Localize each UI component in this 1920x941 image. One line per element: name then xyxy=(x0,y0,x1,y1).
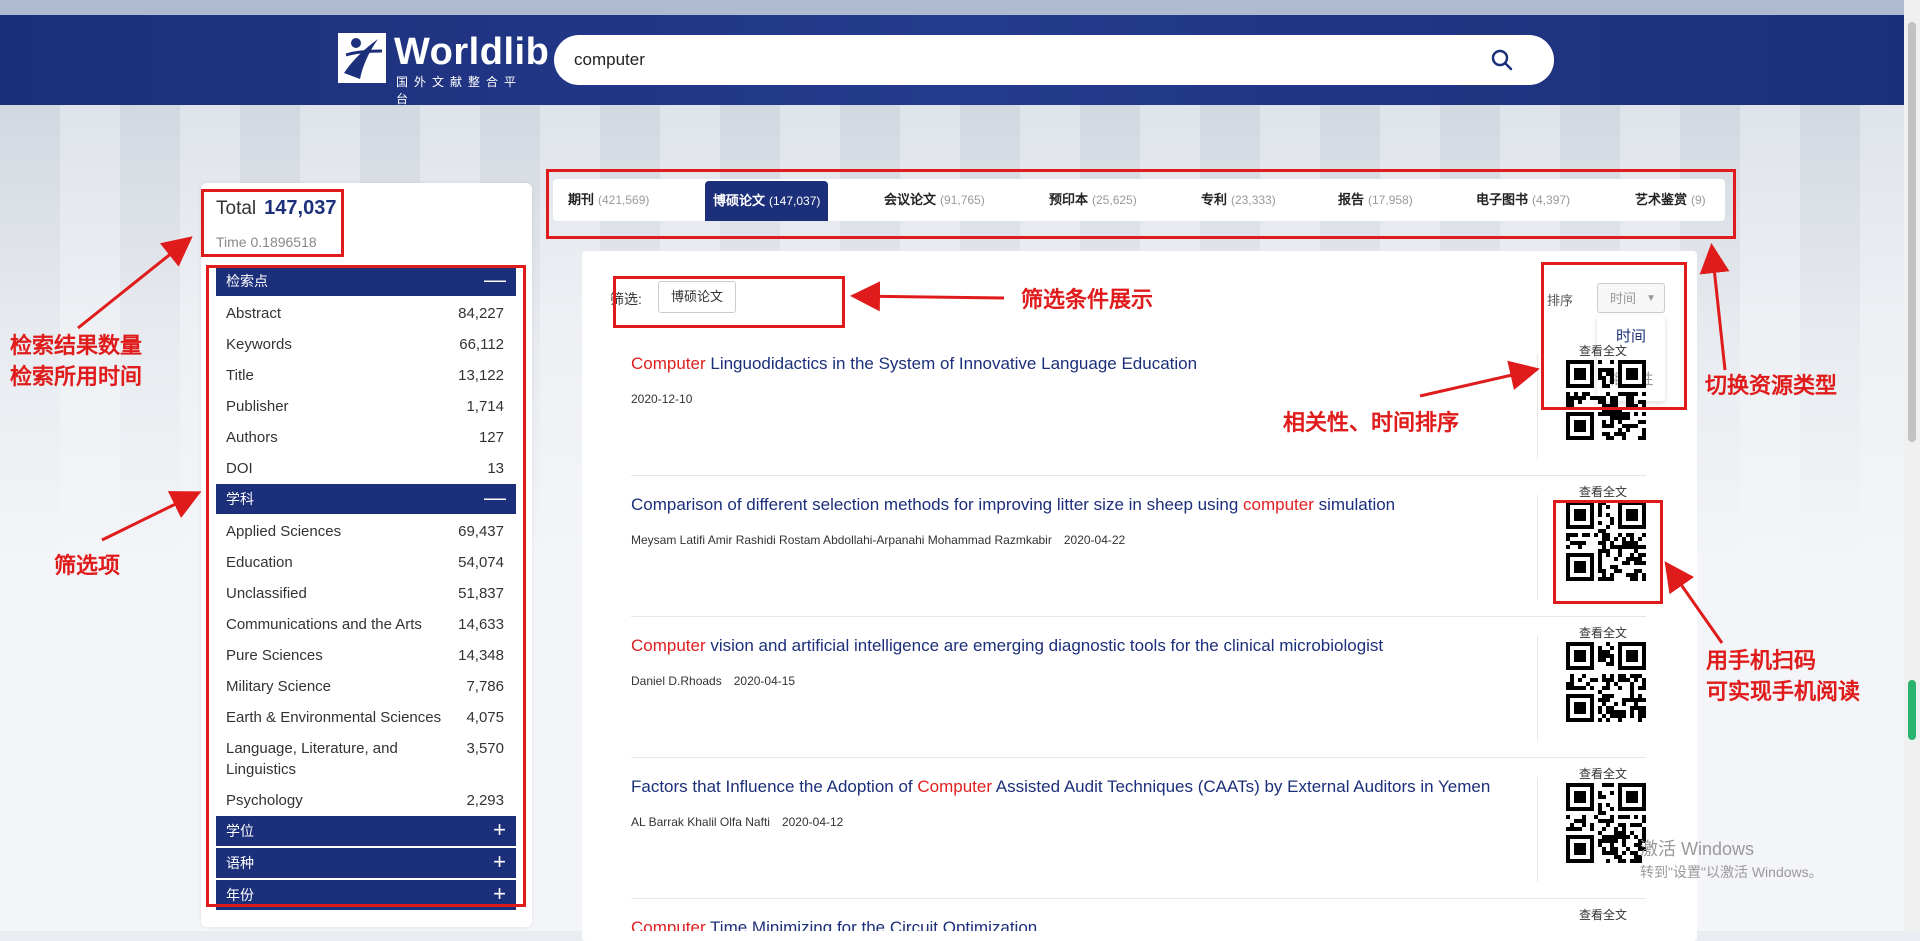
divider xyxy=(631,898,1646,899)
scroll-indicator xyxy=(1908,680,1916,740)
result-item: Factors that Influence the Adoption of C… xyxy=(631,767,1646,917)
annotation-text: 检索所用时间 xyxy=(10,364,143,389)
result-title[interactable]: Computer vision and artificial intellige… xyxy=(631,636,1383,656)
result-item: Computer Linguodidactics in the System o… xyxy=(631,344,1646,494)
result-title[interactable]: Computer Linguodidactics in the System o… xyxy=(631,354,1197,374)
result-item: Computer vision and artificial intellige… xyxy=(631,626,1646,776)
result-date: 2020-04-22 xyxy=(1063,533,1126,547)
title-highlight: Computer xyxy=(631,354,706,373)
search-bar[interactable]: computer xyxy=(554,35,1554,85)
top-strip xyxy=(0,0,1920,15)
result-title[interactable]: Comparison of different selection method… xyxy=(631,495,1395,515)
result-title[interactable]: Factors that Influence the Adoption of C… xyxy=(631,777,1490,797)
view-fulltext-link[interactable]: 查看全文 xyxy=(1579,765,1627,782)
annotation-note-sort: 相关性、时间排序 xyxy=(1283,410,1460,435)
windows-activation-hint: 转到"设置"以激活 Windows。 xyxy=(1640,864,1823,880)
annotation-note-tabs: 切换资源类型 xyxy=(1705,373,1838,398)
logo-name: Worldlib xyxy=(394,31,550,73)
result-date: 2020-04-15 xyxy=(733,674,796,688)
result-authors[interactable]: AL Barrak Khalil Olfa Nafti xyxy=(631,815,770,829)
title-highlight: Computer xyxy=(631,918,706,931)
annotation-box-sort xyxy=(1541,262,1687,410)
result-item: Computer Time Minimizing for the Circuit… xyxy=(631,918,1646,931)
annotation-note-filter: 筛选条件展示 xyxy=(1021,287,1154,312)
result-meta: Daniel D.Rhoads 2020-04-15 xyxy=(631,674,795,688)
annotation-box-tabs xyxy=(546,169,1736,239)
divider xyxy=(631,616,1646,617)
result-meta: 2020-12-10 xyxy=(631,392,692,406)
annotation-box-total xyxy=(201,189,344,257)
logo-subtitle: 国外文献整合平台 xyxy=(396,75,523,106)
result-authors[interactable]: Daniel D.Rhoads xyxy=(631,674,722,688)
search-icon[interactable] xyxy=(1490,48,1514,72)
view-fulltext-link[interactable]: 查看全文 xyxy=(1579,483,1627,500)
divider xyxy=(1537,495,1538,600)
divider xyxy=(1537,636,1538,741)
result-authors[interactable]: Meysam Latifi Amir Rashidi Rostam Abdoll… xyxy=(631,533,1052,547)
page-scrollbar[interactable] xyxy=(1904,0,1920,931)
divider xyxy=(1537,354,1538,459)
site-logo[interactable]: Worldlib 国外文献整合平台 xyxy=(338,31,549,106)
annotation-note-facets: 筛选项 xyxy=(54,553,121,578)
scrollbar-thumb[interactable] xyxy=(1908,22,1916,442)
title-text: simulation xyxy=(1313,495,1396,514)
title-text: Assisted Audit Techniques (CAATs) by Ext… xyxy=(992,777,1491,796)
result-date: 2020-12-10 xyxy=(631,392,693,406)
annotation-box-qr xyxy=(1553,500,1663,604)
annotation-box-filter xyxy=(613,276,845,328)
result-meta: AL Barrak Khalil Olfa Nafti 2020-04-12 xyxy=(631,815,843,829)
title-text: Factors that Influence the Adoption of xyxy=(631,777,918,796)
search-input[interactable]: computer xyxy=(574,50,645,70)
title-highlight: computer xyxy=(1243,495,1314,514)
divider xyxy=(631,475,1646,476)
title-text: Linguodidactics in the System of Innovat… xyxy=(705,354,1198,373)
annotation-text: 用手机扫码 xyxy=(1706,648,1817,673)
view-fulltext-link[interactable]: 查看全文 xyxy=(1579,906,1627,923)
qr-code[interactable] xyxy=(1566,783,1646,863)
title-text: vision and artificial intelligence are e… xyxy=(705,636,1384,655)
view-fulltext-link[interactable]: 查看全文 xyxy=(1579,624,1627,641)
title-text: Comparison of different selection method… xyxy=(631,495,1243,514)
annotation-box-facets xyxy=(206,265,526,907)
title-text: Time Minimizing for the Circuit Optimiza… xyxy=(705,918,1038,931)
title-highlight: Computer xyxy=(917,777,992,796)
annotation-text: 检索结果数量 xyxy=(10,333,143,358)
windows-activation-title: 激活 Windows xyxy=(1640,839,1755,859)
result-title[interactable]: Computer Time Minimizing for the Circuit… xyxy=(631,918,1037,931)
annotation-note-count: 检索结果数量 检索所用时间 xyxy=(10,330,142,392)
logo-icon xyxy=(338,33,386,83)
annotation-note-mobile: 用手机扫码 可实现手机阅读 xyxy=(1706,645,1860,707)
result-date: 2020-04-12 xyxy=(781,815,844,829)
annotation-text: 可实现手机阅读 xyxy=(1706,679,1861,704)
divider xyxy=(631,757,1646,758)
qr-code[interactable] xyxy=(1566,642,1646,722)
divider xyxy=(1537,777,1538,882)
title-highlight: Computer xyxy=(631,636,706,655)
result-item: Comparison of different selection method… xyxy=(631,485,1646,635)
result-meta: Meysam Latifi Amir Rashidi Rostam Abdoll… xyxy=(631,533,1125,547)
